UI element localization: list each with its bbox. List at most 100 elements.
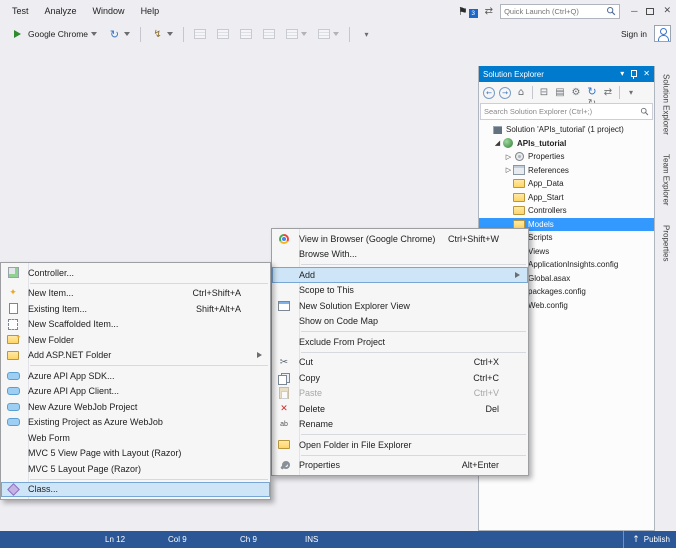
context-menu-item-delete[interactable]: Delete Del <box>272 401 528 417</box>
menu-item-label: Copy <box>299 372 321 383</box>
expander-icon[interactable]: ▷ <box>504 153 513 161</box>
menu-separator <box>30 282 268 284</box>
table-button[interactable] <box>314 26 343 42</box>
sync-icon[interactable] <box>601 85 615 100</box>
context-menu-item-copy[interactable]: Copy Ctrl+C <box>272 370 528 386</box>
show-all-files-icon[interactable] <box>553 85 567 100</box>
sign-in-button[interactable]: Sign in <box>621 29 647 39</box>
context-menu-item-new-solution-explorer-view[interactable]: New Solution Explorer View <box>272 298 528 314</box>
submenu-item-web-form[interactable]: Web Form <box>1 430 270 446</box>
solution-explorer-search-box <box>480 103 653 120</box>
home-icon[interactable] <box>514 85 528 100</box>
references-icon <box>513 164 525 176</box>
side-tab-team-explorer[interactable]: Team Explorer <box>662 146 671 214</box>
side-tab-properties[interactable]: Properties <box>662 217 671 269</box>
forward-icon[interactable] <box>499 86 511 99</box>
notification-badge: 3 <box>468 8 478 18</box>
menu-item-label: Class... <box>28 484 59 495</box>
tree-item-app-start[interactable]: App_Start <box>479 191 654 205</box>
expander-icon[interactable]: ◢ <box>493 139 502 147</box>
tree-item-app-data[interactable]: App_Data <box>479 177 654 191</box>
solution-explorer-search-input[interactable] <box>484 107 640 116</box>
quick-launch-input[interactable] <box>504 6 607 16</box>
submenu-item-azure-api-app-sdk[interactable]: Azure API App SDK... <box>1 368 270 384</box>
context-menu-item-view-in-browser-google-chrome[interactable]: View in Browser (Google Chrome) Ctrl+Shif… <box>272 231 528 247</box>
context-menu: View in Browser (Google Chrome) Ctrl+Shif… <box>271 228 529 476</box>
cut-icon <box>275 357 293 368</box>
signin-area: Sign in <box>621 25 671 42</box>
maximize-button[interactable] <box>646 7 655 15</box>
tree-item-controllers[interactable]: Controllers <box>479 204 654 218</box>
submenu-item-add-asp-net-folder[interactable]: Add ASP.NET Folder <box>1 348 270 364</box>
grid-button[interactable] <box>213 26 233 42</box>
context-menu-item-paste[interactable]: Paste Ctrl+V <box>272 386 528 402</box>
menu-item-label: Properties <box>299 460 341 471</box>
feedback-icon[interactable]: ⇄ <box>485 6 493 17</box>
menu-help[interactable]: Help <box>133 2 168 20</box>
grid-button[interactable] <box>236 26 256 42</box>
tree-item-solution-apis-tutorial-1-project[interactable]: Solution 'APIs_tutorial' (1 project) <box>479 123 654 137</box>
expander-icon[interactable]: ▷ <box>504 166 513 174</box>
submenu-item-controller[interactable]: Controller... <box>1 265 270 281</box>
dropdown-caret-icon <box>167 32 174 39</box>
submenu-item-azure-api-app-client[interactable]: Azure API App Client... <box>1 384 270 400</box>
close-icon[interactable]: ✕ <box>643 70 650 78</box>
menu-item-label: Azure API App SDK... <box>28 370 115 381</box>
submenu-item-new-folder[interactable]: New Folder <box>1 332 270 348</box>
side-tab-solution-explorer[interactable]: Solution Explorer <box>662 66 671 143</box>
minimize-button[interactable]: ─ <box>631 6 637 16</box>
context-menu-item-add[interactable]: Add <box>272 267 528 283</box>
context-menu-item-show-on-code-map[interactable]: Show on Code Map <box>272 314 528 330</box>
chevron-down-icon[interactable]: ▾ <box>620 70 624 78</box>
overflow-button[interactable] <box>356 25 377 44</box>
solution-explorer-titlebar[interactable]: Solution Explorer ▾ ✕ <box>479 66 654 82</box>
menu-item-label: MVC 5 Layout Page (Razor) <box>28 463 142 474</box>
submenu-item-new-azure-webjob-project[interactable]: New Azure WebJob Project <box>1 399 270 415</box>
collapse-all-icon[interactable] <box>537 85 551 100</box>
publish-button[interactable]: ↑ Publish <box>623 531 670 548</box>
caret-icon[interactable] <box>624 85 638 100</box>
submenu-item-mvc-5-layout-page-razor[interactable]: MVC 5 Layout Page (Razor) <box>1 461 270 477</box>
submenu-item-class[interactable]: Class... <box>1 481 270 497</box>
open-folder-icon <box>275 440 293 449</box>
context-menu-item-exclude-from-project[interactable]: Exclude From Project <box>272 334 528 350</box>
play-icon <box>14 30 25 38</box>
context-menu-item-open-folder-in-file-explorer[interactable]: Open Folder in File Explorer <box>272 437 528 453</box>
grid-button[interactable] <box>190 26 210 42</box>
user-avatar-icon[interactable] <box>654 25 671 42</box>
context-menu-item-cut[interactable]: Cut Ctrl+X <box>272 355 528 371</box>
refresh-button[interactable] <box>104 25 134 44</box>
back-icon[interactable] <box>483 86 495 99</box>
submenu-item-new-item[interactable]: New Item... Ctrl+Shift+A <box>1 286 270 302</box>
pin-icon[interactable] <box>630 69 638 79</box>
play-button[interactable]: Google Chrome <box>7 26 101 42</box>
close-button[interactable]: ✕ <box>663 6 671 16</box>
context-menu-item-rename[interactable]: Rename <box>272 417 528 433</box>
menu-separator <box>301 434 526 435</box>
menu-analyze[interactable]: Analyze <box>37 2 85 20</box>
grid-button[interactable] <box>259 26 279 42</box>
menu-item-label: Browse With... <box>299 249 358 260</box>
publish-label: Publish <box>643 535 670 544</box>
properties-gear-icon[interactable] <box>569 85 583 100</box>
refresh-icon[interactable]: ↻ <box>585 85 599 109</box>
tree-item-properties[interactable]: ▷ Properties <box>479 150 654 164</box>
tree-item-label: App_Data <box>528 179 564 189</box>
submenu-item-new-scaffolded-item[interactable]: New Scaffolded Item... <box>1 317 270 333</box>
menu-test[interactable]: Test <box>4 2 37 20</box>
bolt-button[interactable] <box>147 25 177 44</box>
context-menu-item-browse-with[interactable]: Browse With... <box>272 247 528 263</box>
tree-item-apis-tutorial[interactable]: ◢ APIs_tutorial <box>479 137 654 151</box>
tree-item-references[interactable]: ▷ References <box>479 164 654 178</box>
menu-item-label: Scope to This <box>299 285 354 296</box>
menu-window[interactable]: Window <box>85 2 133 20</box>
submenu-item-existing-project-as-azure-webjob[interactable]: Existing Project as Azure WebJob <box>1 415 270 431</box>
submenu-item-existing-item[interactable]: Existing Item... Shift+Alt+A <box>1 301 270 317</box>
publish-arrow-icon: ↑ <box>632 534 640 545</box>
submenu-item-mvc-5-view-page-with-layout-razor[interactable]: MVC 5 View Page with Layout (Razor) <box>1 446 270 462</box>
table-button[interactable] <box>282 26 311 42</box>
project-icon <box>502 137 514 149</box>
notifications-button[interactable]: ⚑ 3 <box>458 5 478 18</box>
context-menu-item-scope-to-this[interactable]: Scope to This <box>272 283 528 299</box>
context-menu-item-properties[interactable]: Properties Alt+Enter <box>272 458 528 474</box>
